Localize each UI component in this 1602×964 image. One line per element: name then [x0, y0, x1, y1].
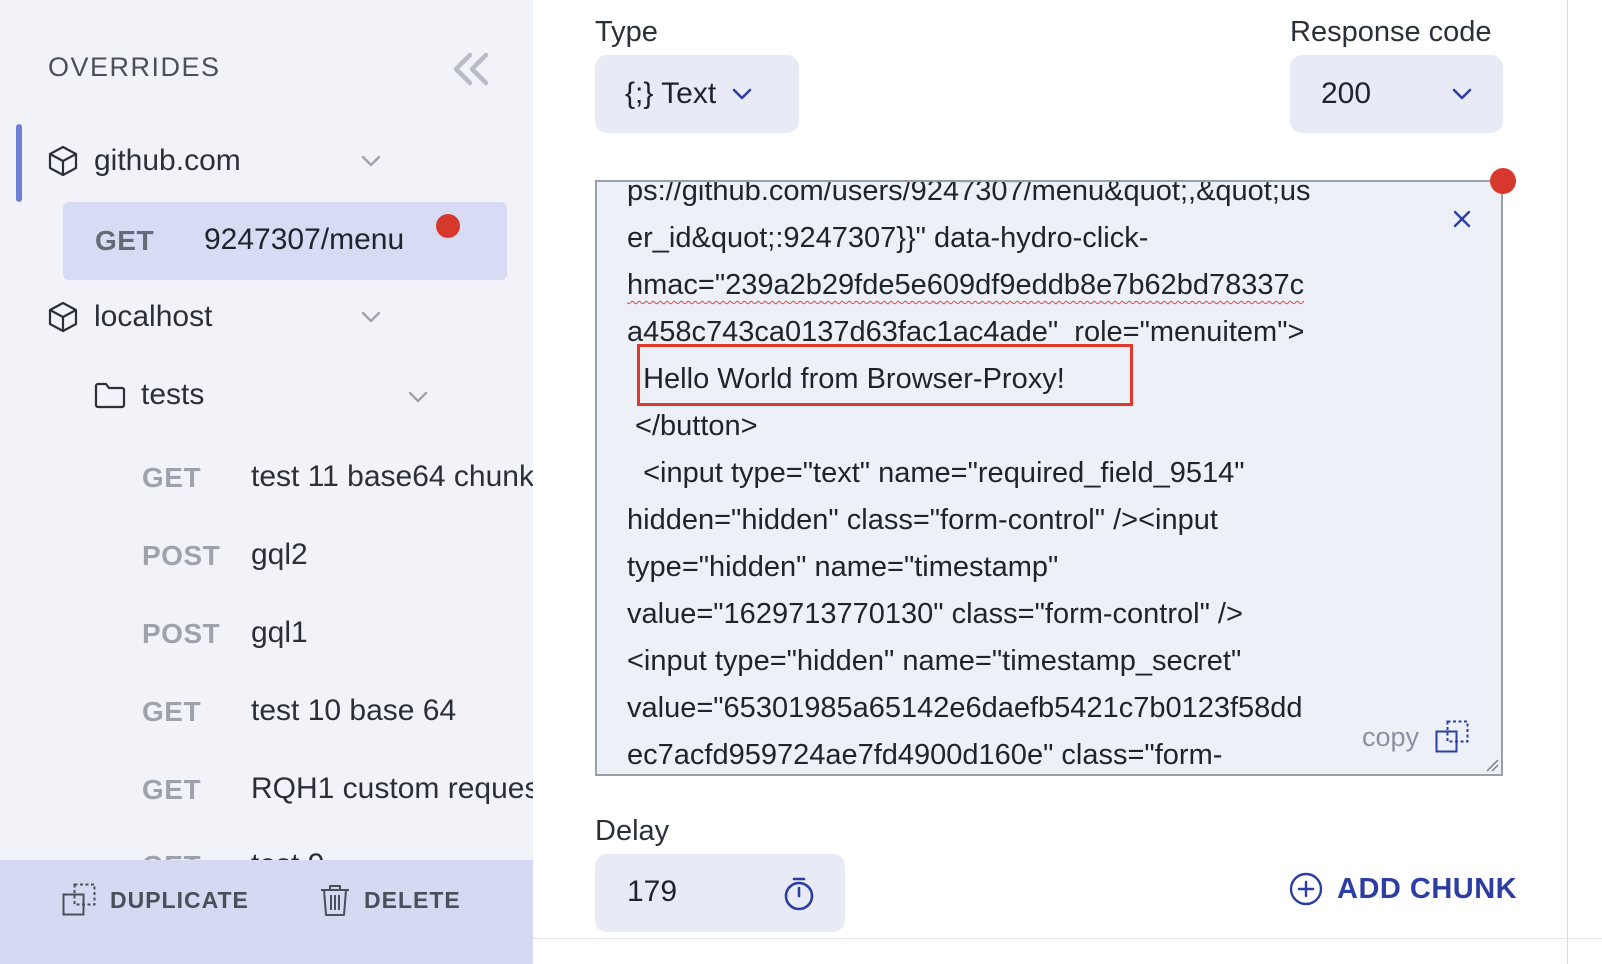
panel-divider: [1567, 0, 1568, 964]
code-line: ps://github.com/users/9247307/menu&quot;…: [627, 180, 1311, 207]
override-item[interactable]: GET test 11 base64 chunks: [142, 458, 533, 498]
code-line: hidden="hidden" class="form-control" /><…: [627, 504, 1218, 536]
cube-icon: [48, 145, 78, 177]
highlight-annotation: [637, 344, 1133, 406]
delay-label: Delay: [595, 815, 670, 847]
trash-icon: [321, 885, 349, 916]
folder-label: tests: [141, 378, 205, 411]
duplicate-icon: [62, 883, 96, 916]
overrides-title: OVERRIDES: [48, 52, 221, 82]
method-label: POST: [142, 540, 221, 571]
delay-value: 179: [627, 875, 678, 908]
method-label: GET: [142, 774, 202, 805]
item-name: test 10 base 64: [251, 694, 457, 727]
item-name: 9247307/menu: [204, 223, 405, 256]
response-body-editor[interactable]: ps://github.com/users/9247307/menu&quot;…: [595, 180, 1503, 776]
sidebar: OVERRIDES github.com GET 9247307/menu lo…: [0, 0, 533, 964]
method-label: GET: [142, 462, 202, 493]
code-line: er_id&quot;:9247307}}" data-hydro-click-: [627, 222, 1149, 254]
sidebar-footer: DUPLICATE DELETE: [0, 860, 533, 964]
method-label: GET: [95, 225, 155, 256]
host-label: localhost: [94, 300, 213, 333]
item-name: gql2: [251, 538, 308, 571]
chevron-down-icon: [732, 88, 752, 100]
active-indicator: [16, 124, 22, 202]
add-circle-icon: [1289, 872, 1323, 906]
collapse-sidebar-button[interactable]: [448, 46, 494, 92]
collapse-left-icon: [453, 52, 489, 86]
type-select[interactable]: {;} Text: [595, 55, 799, 133]
delete-button[interactable]: DELETE: [320, 880, 461, 920]
duplicate-label: DUPLICATE: [110, 886, 249, 913]
response-code-select[interactable]: 200: [1290, 55, 1503, 133]
host-github[interactable]: github.com: [48, 144, 448, 178]
code-line: value="65301985a65142e6daefb5421c7b0123f…: [627, 692, 1303, 724]
code-line: <input type="text" name="required_field_…: [627, 457, 1245, 489]
close-icon[interactable]: [1449, 206, 1475, 232]
copy-label: copy: [1362, 721, 1420, 752]
type-label: Type: [595, 16, 658, 48]
item-name: gql1: [251, 616, 308, 649]
code-line: type="hidden" name="timestamp": [627, 551, 1059, 583]
unsaved-indicator: [436, 214, 460, 238]
delete-label: DELETE: [364, 886, 461, 913]
add-chunk-label: ADD CHUNK: [1337, 872, 1518, 905]
copy-icon: [1435, 720, 1469, 753]
timer-icon: [784, 877, 814, 911]
code-line: value="1629713770130" class="form-contro…: [627, 598, 1243, 630]
item-name: test 11 base64 chunks: [251, 460, 533, 493]
main-panel: Type {;} Text Response code 200 ps://git…: [533, 0, 1602, 964]
code-line: <input type="hidden" name="timestamp_sec…: [627, 645, 1242, 677]
unsaved-indicator: [1490, 168, 1516, 194]
code-line: hmac="239a2b29fde5e609df9eddb8e7b62bd783…: [627, 269, 1305, 301]
override-item[interactable]: GET RQH1 custom request header: [142, 770, 533, 810]
host-localhost[interactable]: localhost: [48, 300, 448, 334]
type-value: {;} Text: [625, 77, 717, 110]
bottom-divider: [533, 938, 1602, 939]
copy-button[interactable]: copy: [1362, 720, 1469, 754]
folder-tests[interactable]: tests: [94, 378, 444, 412]
folder-icon: [94, 382, 126, 409]
override-item[interactable]: GET test 10 base 64: [142, 692, 533, 732]
add-chunk-button[interactable]: ADD CHUNK: [1289, 872, 1517, 906]
code-line: ec7acfd959724ae7fd4900d160e" class="form…: [627, 739, 1223, 771]
response-body-text[interactable]: ps://github.com/users/9247307/menu&quot;…: [627, 180, 1407, 774]
delay-input[interactable]: 179: [595, 854, 845, 932]
code-line: </button>: [627, 410, 758, 442]
response-code-label: Response code: [1290, 16, 1492, 48]
item-name: RQH1 custom request header: [251, 772, 533, 805]
host-label: github.com: [94, 144, 241, 177]
method-label: GET: [142, 696, 202, 727]
cube-icon: [48, 301, 78, 333]
chevron-down-icon[interactable]: [358, 304, 384, 330]
resize-handle-icon[interactable]: [1483, 756, 1499, 772]
duplicate-button[interactable]: DUPLICATE: [62, 880, 249, 920]
response-code-value: 200: [1321, 77, 1372, 110]
method-label: POST: [142, 618, 221, 649]
override-item[interactable]: POST gql1: [142, 614, 533, 654]
override-item-selected[interactable]: GET 9247307/menu: [63, 202, 507, 280]
chevron-down-icon: [1452, 88, 1472, 100]
chevron-down-icon[interactable]: [358, 148, 384, 174]
chevron-down-icon[interactable]: [405, 384, 431, 410]
override-item[interactable]: POST gql2: [142, 536, 533, 576]
